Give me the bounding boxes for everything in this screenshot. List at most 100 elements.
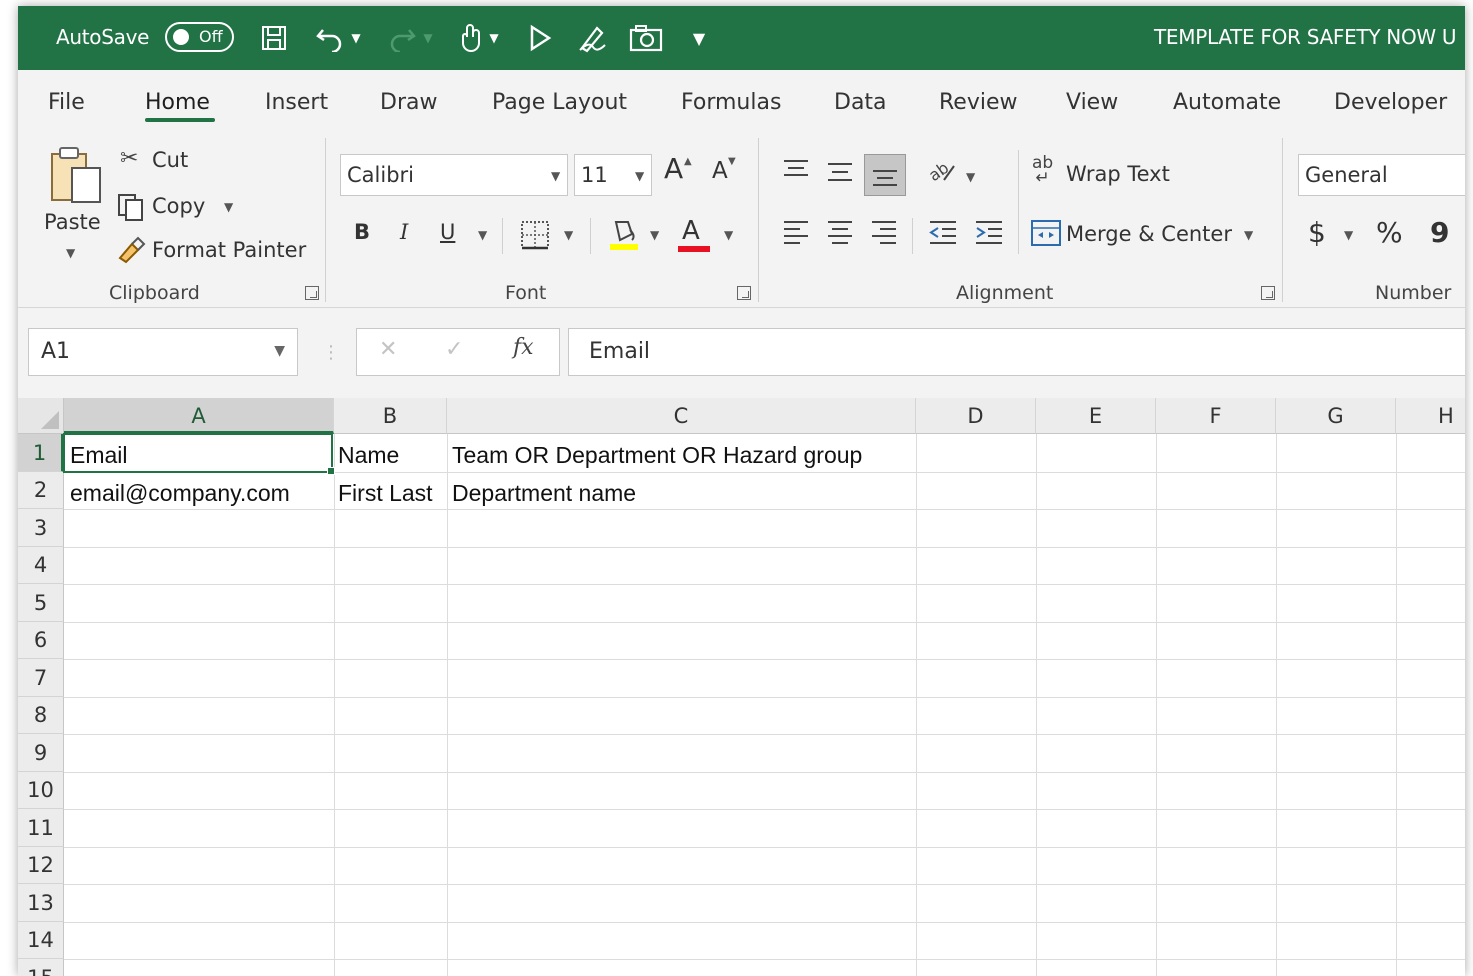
gridline xyxy=(1036,434,1037,976)
cell-b2[interactable]: First Last xyxy=(338,480,433,507)
tab-home[interactable]: Home xyxy=(145,90,210,115)
currency-button[interactable]: $ xyxy=(1308,216,1326,249)
shrink-font-button[interactable]: A xyxy=(712,158,728,184)
orientation-icon[interactable]: ab xyxy=(926,154,958,186)
camera-icon[interactable] xyxy=(626,22,666,54)
column-header-f[interactable]: F xyxy=(1156,398,1276,434)
fill-handle[interactable] xyxy=(327,467,335,475)
row-header-2[interactable]: 2 xyxy=(18,472,64,509)
touch-mode-icon[interactable]: ▼ xyxy=(448,22,510,54)
font-size-dropdown[interactable]: 11 ▼ xyxy=(574,154,652,196)
resize-dots-icon[interactable]: ⋮ xyxy=(322,342,340,363)
font-launcher-icon[interactable] xyxy=(737,286,751,300)
row-header-5[interactable]: 5 xyxy=(18,584,64,622)
bottom-align-button[interactable] xyxy=(864,154,906,196)
tab-automate[interactable]: Automate xyxy=(1173,90,1281,115)
row-header-1[interactable]: 1 xyxy=(18,434,64,472)
formula-input[interactable]: Email xyxy=(568,328,1465,376)
row-header-10[interactable]: 10 xyxy=(18,772,64,809)
tab-developer[interactable]: Developer xyxy=(1334,90,1447,115)
column-header-c[interactable]: C xyxy=(447,398,916,434)
row-header-14[interactable]: 14 xyxy=(18,922,64,959)
row-header-11[interactable]: 11 xyxy=(18,809,64,847)
tab-review[interactable]: Review xyxy=(939,90,1018,115)
tab-view[interactable]: View xyxy=(1066,90,1118,115)
undo-caret-icon[interactable]: ▼ xyxy=(351,31,360,45)
merge-caret-icon[interactable]: ▼ xyxy=(1244,228,1253,242)
number-format-dropdown[interactable]: General xyxy=(1298,154,1465,196)
insert-function-icon[interactable]: fx xyxy=(513,335,534,360)
paste-caret-icon[interactable]: ▼ xyxy=(66,246,75,260)
format-painter-button[interactable]: Format Painter xyxy=(152,238,306,262)
wrap-text-button[interactable]: Wrap Text xyxy=(1066,162,1170,186)
cut-button[interactable]: Cut xyxy=(152,148,188,172)
tab-file[interactable]: File xyxy=(48,90,85,115)
column-header-e[interactable]: E xyxy=(1036,398,1156,434)
play-icon[interactable] xyxy=(522,22,558,54)
fill-color-caret-icon[interactable]: ▼ xyxy=(650,228,659,242)
italic-button[interactable]: I xyxy=(400,220,408,244)
row-header-13[interactable]: 13 xyxy=(18,884,64,922)
tab-page-layout[interactable]: Page Layout xyxy=(492,90,627,115)
increase-indent-icon[interactable] xyxy=(974,218,1004,248)
column-header-g[interactable]: G xyxy=(1276,398,1396,434)
chevron-down-icon[interactable]: ▼ xyxy=(274,343,285,359)
cell-c1[interactable]: Team OR Department OR Hazard group xyxy=(452,442,862,469)
copy-button[interactable]: Copy xyxy=(152,194,205,218)
gridline xyxy=(64,884,1465,885)
name-box-value: A1 xyxy=(41,339,71,364)
underline-button[interactable]: U xyxy=(440,220,455,244)
borders-icon[interactable] xyxy=(520,220,550,250)
column-header-b[interactable]: B xyxy=(334,398,447,434)
align-right-icon[interactable] xyxy=(870,218,898,248)
row-header-3[interactable]: 3 xyxy=(18,509,64,547)
clipboard-launcher-icon[interactable] xyxy=(305,286,319,300)
underline-caret-icon[interactable]: ▼ xyxy=(478,228,487,242)
column-header-d[interactable]: D xyxy=(916,398,1036,434)
cell-b1[interactable]: Name xyxy=(338,442,399,469)
row-header-9[interactable]: 9 xyxy=(18,734,64,772)
orientation-caret-icon[interactable]: ▼ xyxy=(966,170,975,184)
merge-center-button[interactable]: Merge & Center xyxy=(1066,222,1232,246)
cell-c2[interactable]: Department name xyxy=(452,480,636,507)
middle-align-icon[interactable] xyxy=(826,160,854,184)
customize-icon[interactable]: ▼ xyxy=(684,22,714,54)
draw-icon[interactable] xyxy=(574,22,610,54)
align-left-icon[interactable] xyxy=(782,218,810,248)
name-box[interactable]: A1 ▼ xyxy=(28,328,298,376)
align-center-icon[interactable] xyxy=(826,218,854,248)
row-header-8[interactable]: 8 xyxy=(18,697,64,734)
cell-a2[interactable]: email@company.com xyxy=(70,480,290,507)
row-header-6[interactable]: 6 xyxy=(18,622,64,659)
tab-draw[interactable]: Draw xyxy=(380,90,437,115)
column-header-h[interactable]: H xyxy=(1396,398,1465,434)
paste-button[interactable]: Paste ▼ xyxy=(38,140,110,260)
top-align-icon[interactable] xyxy=(782,158,810,182)
tab-insert[interactable]: Insert xyxy=(265,90,328,115)
undo-icon[interactable]: ▼ xyxy=(308,22,368,54)
tab-data[interactable]: Data xyxy=(834,90,887,115)
row-header-4[interactable]: 4 xyxy=(18,547,64,584)
borders-caret-icon[interactable]: ▼ xyxy=(564,228,573,242)
tab-formulas[interactable]: Formulas xyxy=(681,90,781,115)
percent-button[interactable]: % xyxy=(1376,216,1403,249)
copy-caret-icon[interactable]: ▼ xyxy=(224,200,233,214)
font-color-caret-icon[interactable]: ▼ xyxy=(724,228,733,242)
column-header-a[interactable]: A xyxy=(64,398,334,434)
font-name-dropdown[interactable]: Calibri ▼ xyxy=(340,154,568,196)
comma-style-button[interactable]: 9 xyxy=(1430,216,1449,249)
grow-font-button[interactable]: A xyxy=(664,152,683,185)
row-header-7[interactable]: 7 xyxy=(18,659,64,697)
font-color-button[interactable]: A xyxy=(678,214,710,254)
row-header-15[interactable]: 15 xyxy=(18,959,64,976)
touch-caret-icon[interactable]: ▼ xyxy=(489,31,498,45)
alignment-launcher-icon[interactable] xyxy=(1261,286,1275,300)
select-all-button[interactable] xyxy=(18,398,64,434)
bold-button[interactable]: B xyxy=(354,220,370,244)
decrease-indent-icon[interactable] xyxy=(928,218,958,248)
currency-caret-icon[interactable]: ▼ xyxy=(1344,228,1353,242)
save-icon[interactable] xyxy=(256,22,292,54)
fill-color-icon[interactable] xyxy=(608,216,640,252)
row-header-12[interactable]: 12 xyxy=(18,847,64,884)
autosave-toggle[interactable]: Off xyxy=(165,22,234,52)
